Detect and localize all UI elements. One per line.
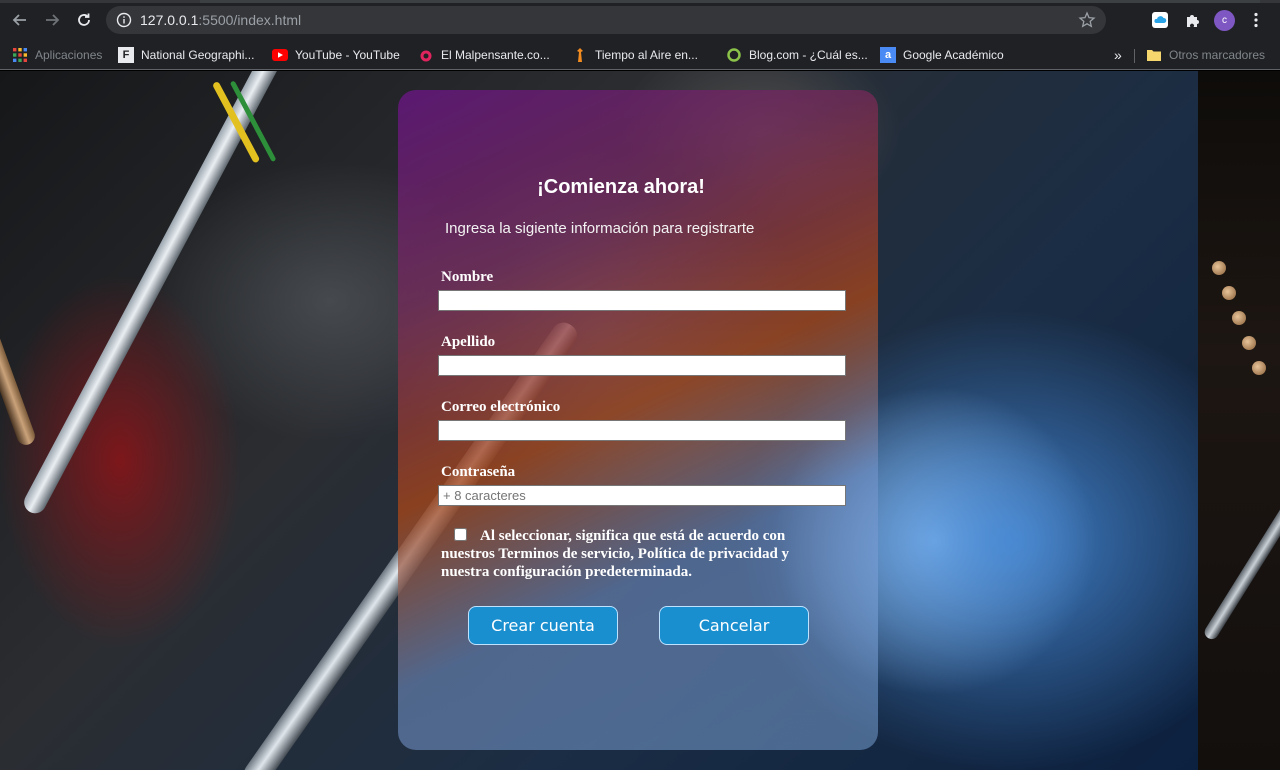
password-input[interactable] [438,485,846,506]
back-button[interactable] [9,9,31,31]
forward-button[interactable] [41,9,63,31]
bookmarks-overflow-button[interactable]: » [1114,44,1122,66]
bookmark-label: YouTube - YouTube [295,48,400,62]
other-bookmarks-label: Otros marcadores [1169,48,1266,62]
bookmark-blog[interactable]: Blog.com - ¿Cuál es... [726,44,868,66]
national-geographic-icon: F [118,47,134,63]
tab-strip [0,0,1280,3]
kebab-menu-icon [1254,12,1258,28]
site-info-icon[interactable] [116,12,132,28]
url-text[interactable]: 127.0.0.1:5500/index.html [140,12,301,28]
password-label: Contraseña [441,464,516,480]
last-name-label: Apellido [441,334,496,350]
malpensante-icon [418,47,434,63]
email-input[interactable] [438,420,846,441]
address-bar[interactable]: 127.0.0.1:5500/index.html [106,6,1106,34]
back-arrow-icon [12,14,26,26]
first-name-label: Nombre [441,269,494,285]
tiempo-al-aire-icon [572,47,588,63]
puzzle-icon [1186,14,1199,27]
cloud-extension-button[interactable] [1150,10,1170,30]
reload-icon [78,13,90,26]
bookmark-label: Google Académico [903,48,1004,62]
create-account-button[interactable]: Crear cuenta [468,606,618,645]
background-right-strip [1198,71,1280,770]
browser-toolbar: 127.0.0.1:5500/index.html c [0,0,1280,40]
profile-avatar[interactable]: c [1214,10,1235,31]
bookmarks-separator [1134,49,1135,63]
bookmark-label: National Geographi... [141,48,255,62]
last-name-input[interactable] [438,355,846,376]
browser-menu-button[interactable] [1246,10,1266,30]
bookmark-google-scholar[interactable]: a Google Académico [880,44,1004,66]
cancel-button[interactable]: Cancelar [659,606,809,645]
bookmarks-bar: Aplicaciones F National Geographi... You… [0,40,1280,70]
google-scholar-icon: a [880,47,896,63]
forward-arrow-icon [46,14,60,26]
bookmark-label: El Malpensante.co... [441,48,550,62]
page-viewport: ¡Comienza ahora! Ingresa la sigiente inf… [0,71,1280,770]
apps-grid-icon [12,47,28,63]
bookmark-star-icon[interactable] [1078,11,1096,29]
youtube-icon [272,47,288,63]
bookmark-label: Tiempo al Aire en... [595,48,698,62]
first-name-input[interactable] [438,290,846,311]
extensions-button[interactable] [1182,10,1202,30]
other-bookmarks-folder[interactable]: Otros marcadores [1146,44,1265,66]
terms-checkbox[interactable] [454,528,467,541]
email-label: Correo electrónico [441,399,561,415]
bookmark-apps[interactable]: Aplicaciones [12,44,102,66]
bookmark-label: Blog.com - ¿Cuál es... [749,48,868,62]
signup-card: ¡Comienza ahora! Ingresa la sigiente inf… [398,90,878,750]
reload-button[interactable] [73,9,95,31]
bookmark-malpensante[interactable]: El Malpensante.co... [418,44,550,66]
folder-icon [1146,47,1162,63]
form-subtitle: Ingresa la sigiente información para reg… [445,220,755,237]
cloud-icon [1152,12,1168,28]
form-title: ¡Comienza ahora! [537,176,705,198]
bookmark-national-geographic[interactable]: F National Geographi... [118,44,254,66]
bookmark-youtube[interactable]: YouTube - YouTube [272,44,400,66]
bookmark-label: Aplicaciones [35,48,103,62]
blog-icon [726,47,742,63]
bookmark-tiempo-al-aire[interactable]: Tiempo al Aire en... [572,44,698,66]
terms-text: Al seleccionar, significa que está de ac… [441,528,790,580]
